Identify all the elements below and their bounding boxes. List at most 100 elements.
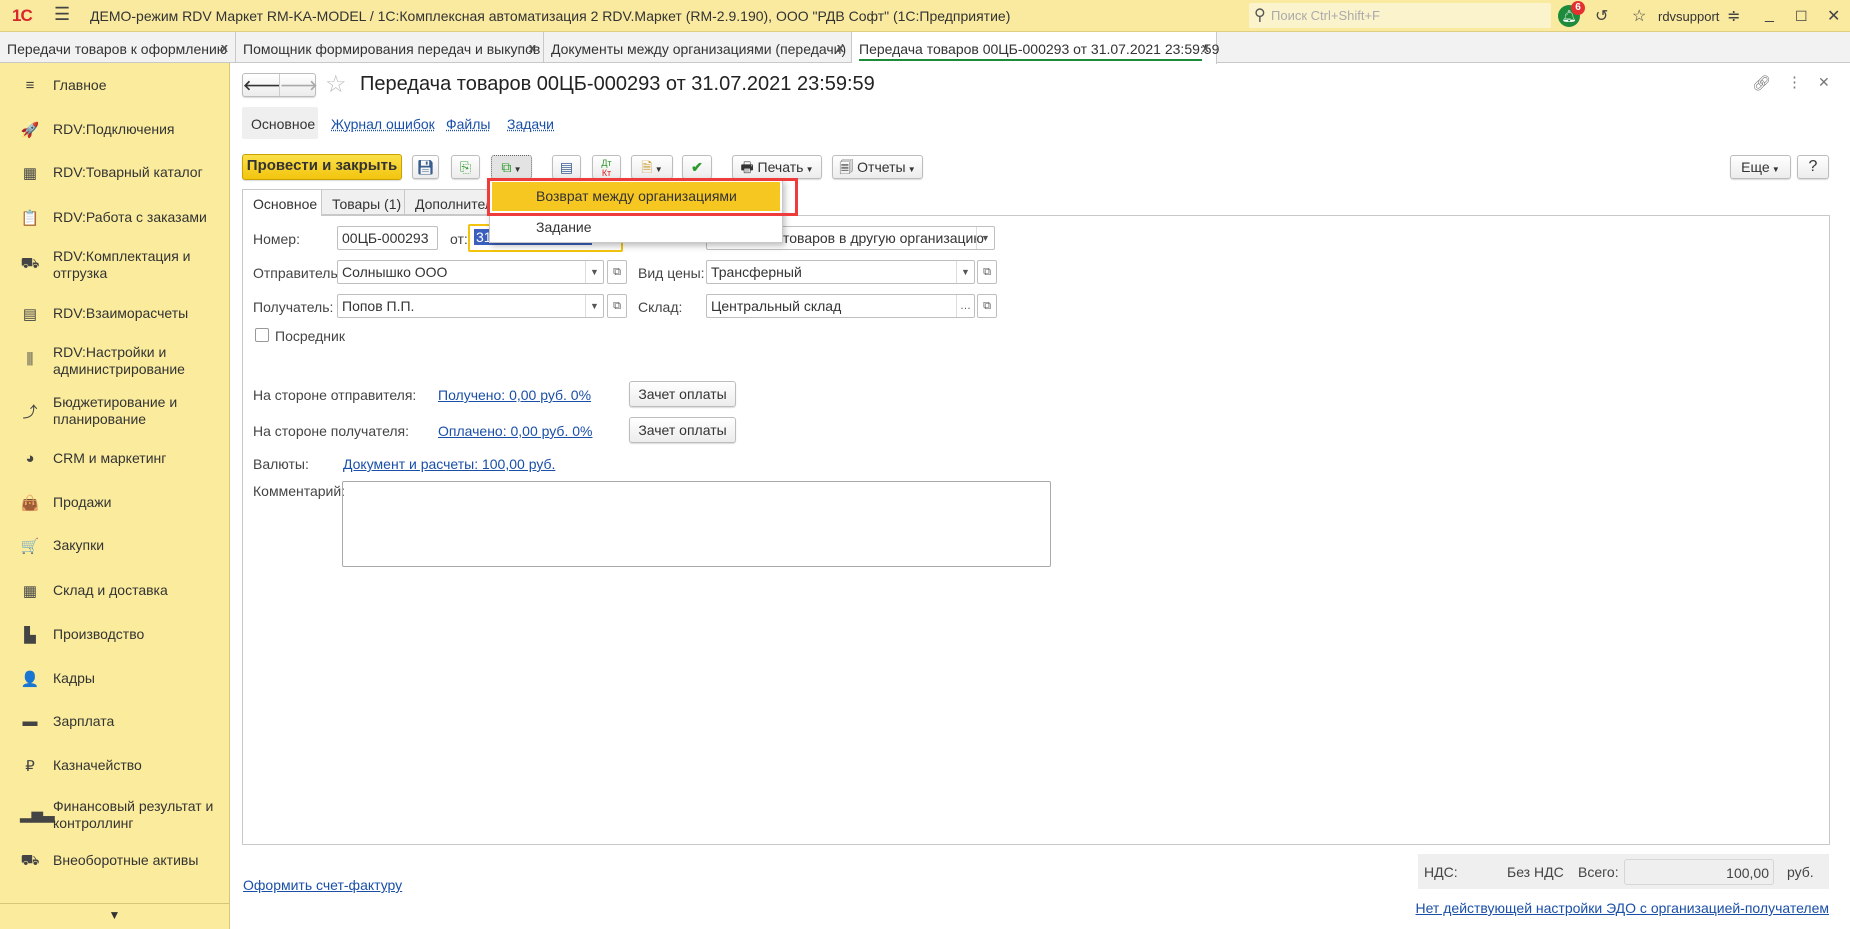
open-tabs-bar: Передачи товаров к оформлению x Помощник … xyxy=(0,32,1850,64)
sidebar-item[interactable]: ◕ CRM и маркетинг xyxy=(0,450,229,468)
favorite-star-icon[interactable]: ☆ xyxy=(325,70,347,99)
close-window-icon[interactable]: ✕ xyxy=(1827,6,1840,26)
sidebar-item[interactable]: 🚀 RDV:Подключения xyxy=(0,121,229,139)
search-input[interactable]: ⚲ Поиск Ctrl+Shift+F xyxy=(1249,3,1551,28)
section-icon: ▬ xyxy=(22,713,38,730)
nav-main[interactable]: Основное xyxy=(242,107,318,139)
sidebar-item[interactable]: ₽ Казначейство xyxy=(0,757,229,775)
save-button[interactable]: 💾︎ xyxy=(412,155,439,179)
sidebar-item[interactable]: 🛒 Закупки xyxy=(0,537,229,555)
nav-tasks[interactable]: Задачи xyxy=(507,116,554,132)
section-icon: 👤 xyxy=(20,671,40,688)
reports-button[interactable]: 🗐 Отчеты ▼ xyxy=(832,155,923,179)
form-tab-main[interactable]: Основное xyxy=(242,189,322,216)
user-name[interactable]: rdvsupport xyxy=(1658,9,1719,24)
sidebar-item[interactable]: 👤 Кадры xyxy=(0,670,229,688)
form-tab-goods[interactable]: Товары (1) xyxy=(321,189,405,215)
sender-select[interactable]: Солнышко ООО ▼ xyxy=(337,260,604,284)
currency-link[interactable]: Документ и расчеты: 100,00 руб. xyxy=(343,456,555,472)
check-button[interactable]: ✔ xyxy=(682,155,712,179)
sidebar-item[interactable]: 📋 RDV:Работа с заказами xyxy=(0,209,229,227)
warehouse-select[interactable]: Центральный склад … xyxy=(706,294,975,318)
dropdown-arrow-icon[interactable]: ▼ xyxy=(585,295,603,317)
number-input[interactable]: 00ЦБ-000293 xyxy=(337,226,438,250)
sidebar-item-label: Главное xyxy=(53,77,107,93)
warehouse-value: Центральный склад xyxy=(711,298,842,314)
open-sender-button[interactable]: ⧉ xyxy=(607,260,627,284)
section-icon: ▂▅▃ xyxy=(20,806,55,823)
sender-side-label: На стороне отправителя: xyxy=(253,387,417,403)
link-icon[interactable]: 🔗︎ xyxy=(1752,74,1771,92)
close-tab-icon[interactable]: x xyxy=(1202,40,1209,55)
minimize-icon[interactable]: _ xyxy=(1765,6,1774,24)
close-form-icon[interactable]: ✕ xyxy=(1818,74,1830,91)
dt-kt-button[interactable]: Дт Кт xyxy=(592,155,621,179)
section-icon: 🛒 xyxy=(20,538,40,555)
structure-button[interactable]: ▤ xyxy=(552,155,581,179)
more-button[interactable]: Еще ▼ xyxy=(1730,155,1791,179)
open-warehouse-button[interactable]: ⧉ xyxy=(977,294,997,318)
currency-label: Валюты: xyxy=(253,456,309,472)
offset-payment-button-sender[interactable]: Зачет оплаты xyxy=(629,381,736,407)
comment-textarea[interactable] xyxy=(342,481,1051,567)
attachments-button[interactable]: 🗎 ▼ xyxy=(631,155,673,179)
dropdown-arrow-icon[interactable]: ▼ xyxy=(956,261,974,283)
receiver-value: Попов П.П. xyxy=(342,298,415,314)
close-tab-icon[interactable]: x xyxy=(529,40,536,55)
open-receiver-button[interactable]: ⧉ xyxy=(607,294,627,318)
maximize-icon[interactable]: ☐ xyxy=(1795,8,1808,25)
sidebar-item[interactable]: ▂▅▃ Финансовый результат и контроллинг xyxy=(0,798,229,832)
history-icon[interactable]: ↺ xyxy=(1595,6,1608,26)
sidebar-item-label: CRM и маркетинг xyxy=(53,450,167,466)
dropdown-arrow-icon[interactable]: ▼ xyxy=(585,261,603,283)
open-price-type-button[interactable]: ⧉ xyxy=(977,260,997,284)
price-type-select[interactable]: Трансферный ▼ xyxy=(706,260,975,284)
help-button[interactable]: ? xyxy=(1797,155,1829,179)
tab-label: Передачи товаров к оформлению xyxy=(7,41,228,57)
forward-button[interactable]: 🡒 xyxy=(279,74,318,96)
settings-menu-icon[interactable]: ≑ xyxy=(1727,6,1740,26)
sidebar-item[interactable]: ▦ RDV:Товарный каталог xyxy=(0,164,229,182)
print-button[interactable]: 🖶 Печать ▼ xyxy=(732,155,822,179)
more-actions-icon[interactable]: ⋮ xyxy=(1787,73,1802,91)
menu-item-task[interactable]: Задание xyxy=(492,213,780,242)
sidebar-item[interactable]: 👜 Продажи xyxy=(0,494,229,512)
tab-inter-company-documents[interactable]: Документы между организациями (передачи)… xyxy=(544,32,852,63)
close-tab-icon[interactable]: x xyxy=(837,40,844,55)
sidebar-item[interactable]: ▤ RDV:Взаиморасчеты xyxy=(0,305,229,323)
close-tab-icon[interactable]: x xyxy=(221,40,228,55)
paid-link[interactable]: Оплачено: 0,00 руб. 0% xyxy=(438,423,592,439)
sidebar-scroll-down-button[interactable]: ▼ xyxy=(0,903,229,929)
sidebar-item[interactable]: ▬ Зарплата xyxy=(0,713,229,731)
back-button[interactable]: 🡐 xyxy=(243,74,281,96)
date-label: от: xyxy=(450,231,468,247)
sidebar-item[interactable]: ⫼ RDV:Настройки и администрирование xyxy=(0,344,229,378)
sidebar-item[interactable]: ▦ Склад и доставка xyxy=(0,582,229,600)
sidebar-item[interactable]: ⛟ Внеоборотные активы xyxy=(0,852,229,870)
sidebar-item[interactable]: ▙ Производство xyxy=(0,626,229,644)
section-icon: ▤ xyxy=(22,306,38,323)
receiver-select[interactable]: Попов П.П. ▼ xyxy=(337,294,604,318)
tab-transfers-to-process[interactable]: Передачи товаров к оформлению x xyxy=(0,32,236,63)
sender-value: Солнышко ООО xyxy=(342,264,448,280)
choose-button[interactable]: … xyxy=(956,295,974,317)
nav-error-log[interactable]: Журнал ошибок xyxy=(331,116,435,132)
main-menu-icon[interactable]: ☰ xyxy=(54,4,70,25)
favorites-star-icon[interactable]: ☆ xyxy=(1632,6,1646,26)
create-based-on-button[interactable]: ⧉ ▼ xyxy=(491,155,532,179)
dropdown-arrow-icon[interactable]: ▼ xyxy=(976,227,994,249)
intermediary-checkbox[interactable] xyxy=(255,328,269,342)
offset-payment-button-receiver[interactable]: Зачет оплаты xyxy=(629,417,736,443)
tab-current-document[interactable]: Передача товаров 00ЦБ-000293 от 31.07.20… xyxy=(852,32,1219,64)
sidebar-item[interactable]: ≡ Главное xyxy=(0,77,229,95)
post-button[interactable]: ⎘ xyxy=(451,155,480,179)
received-link[interactable]: Получено: 0,00 руб. 0% xyxy=(438,387,591,403)
sidebar-item[interactable]: ⛟ RDV:Комплектация и отгрузка xyxy=(0,248,229,282)
post-and-close-button[interactable]: Провести и закрыть xyxy=(242,154,402,180)
edo-settings-link[interactable]: Нет действующей настройки ЭДО с организа… xyxy=(1416,900,1830,916)
tab-transfer-assistant[interactable]: Помощник формирования передач и выкупов x xyxy=(236,32,544,63)
sidebar-item[interactable]: ⤴ Бюджетирование и планирование xyxy=(0,394,229,428)
create-invoice-link[interactable]: Оформить счет-фактуру xyxy=(243,877,402,893)
nav-files[interactable]: Файлы xyxy=(446,116,490,132)
sidebar-item-label: RDV:Работа с заказами xyxy=(53,209,207,225)
